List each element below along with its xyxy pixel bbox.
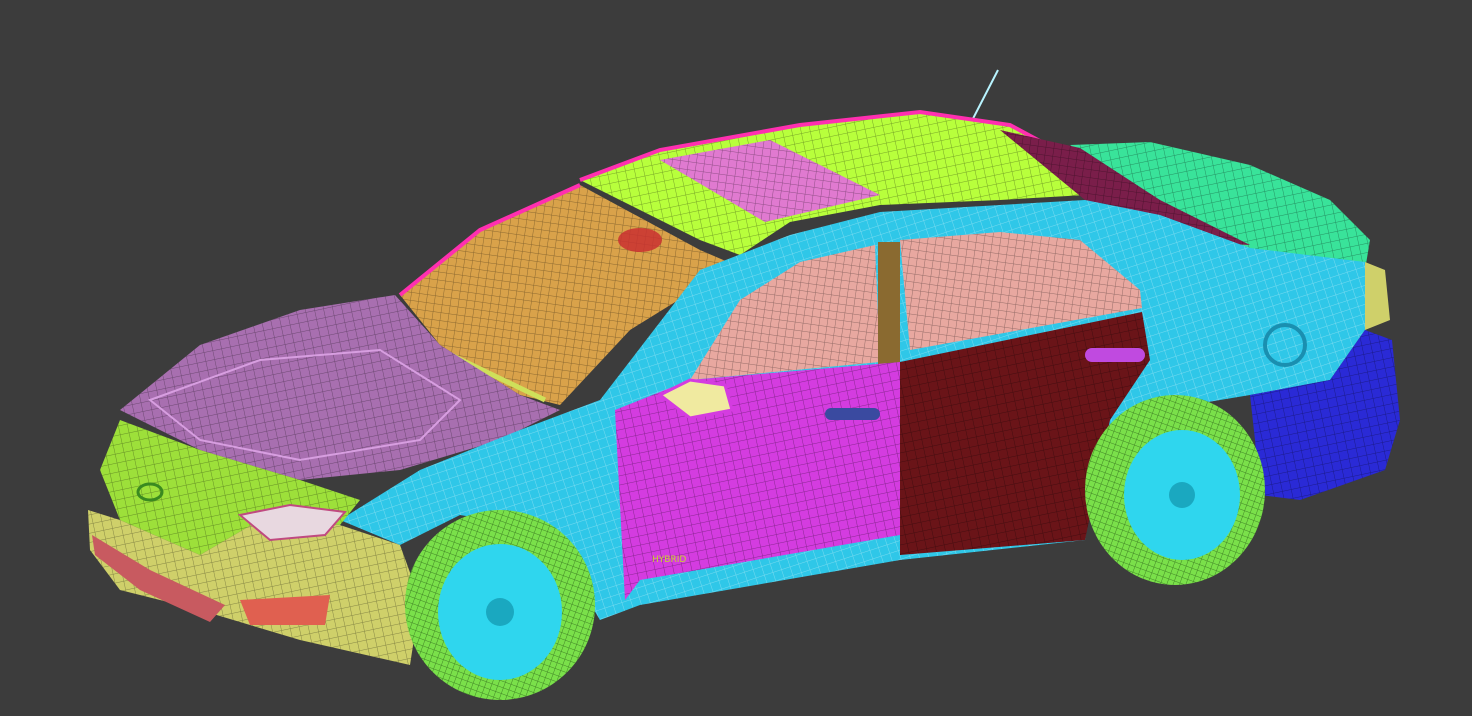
front-wheel: [405, 510, 595, 700]
fog-light: [240, 595, 330, 625]
front-door-handle: [825, 408, 880, 420]
car-wireframe-render: HYBRID: [88, 69, 1400, 700]
rear-door-handle: [1085, 348, 1145, 362]
front-bumper: [88, 510, 420, 665]
3d-viewport[interactable]: HYBRID: [0, 0, 1472, 716]
svg-text:HYBRID: HYBRID: [652, 555, 686, 565]
rearview-mirror: [618, 228, 662, 252]
hybrid-badge: HYBRID: [652, 555, 686, 565]
rear-wheel: [1085, 395, 1265, 585]
